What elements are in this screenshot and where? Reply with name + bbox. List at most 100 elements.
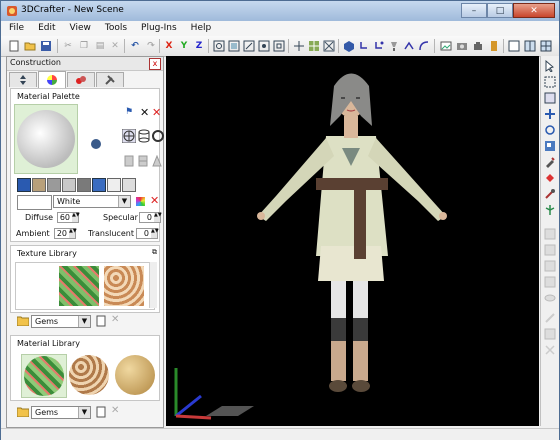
bone-icon[interactable]	[544, 204, 556, 216]
tab-scene[interactable]	[9, 72, 37, 87]
prism-map-icon[interactable]	[152, 154, 162, 170]
disabled-tool-4-icon[interactable]	[544, 276, 556, 288]
cut-icon[interactable]: ✂	[61, 39, 75, 53]
swatch-dark[interactable]	[77, 178, 91, 192]
delete-material-icon[interactable]: ✕	[152, 106, 161, 119]
undo-icon[interactable]: ↶	[128, 39, 142, 53]
view-quad-icon[interactable]	[539, 39, 553, 53]
open-folder-icon[interactable]	[23, 39, 37, 53]
paste-icon[interactable]: ▤	[93, 39, 107, 53]
texture-folder-select[interactable]: Gems ▼	[31, 315, 91, 328]
save-icon[interactable]	[39, 39, 53, 53]
swatch-gray[interactable]	[47, 178, 61, 192]
texture-list-scrollbar[interactable]	[149, 262, 157, 308]
maximize-button[interactable]: □	[487, 3, 513, 18]
rotate-tool-icon[interactable]	[402, 39, 416, 53]
material-folder-select[interactable]: Gems ▼	[31, 406, 91, 419]
zoom-selected-icon[interactable]	[257, 39, 271, 53]
lamp-icon[interactable]	[387, 39, 401, 53]
swatch-white[interactable]	[107, 178, 121, 192]
swatch-grid[interactable]	[122, 178, 136, 192]
y-axis-button[interactable]: Y	[177, 39, 191, 53]
disabled-tool-7-icon[interactable]	[544, 328, 556, 340]
copy-icon[interactable]: ❐	[77, 39, 91, 53]
material-list[interactable]	[15, 352, 157, 398]
select-region-icon[interactable]	[544, 92, 556, 104]
solid-cube-icon[interactable]	[342, 39, 356, 53]
view-split-icon[interactable]	[523, 39, 537, 53]
swatch-light[interactable]	[62, 178, 76, 192]
remove-material-icon[interactable]: ✕	[140, 106, 149, 119]
cylinder-map-icon[interactable]	[138, 129, 150, 146]
swatch-blue[interactable]	[17, 178, 31, 192]
disabled-tool-1-icon[interactable]	[544, 228, 556, 240]
color-preview[interactable]	[17, 195, 52, 210]
disabled-tool-2-icon[interactable]	[544, 244, 556, 256]
picture-icon[interactable]	[439, 39, 453, 53]
texture-list[interactable]	[15, 262, 155, 310]
swatch-glass[interactable]	[92, 178, 106, 192]
zoom-all-icon[interactable]	[227, 39, 241, 53]
new-file-icon[interactable]	[7, 39, 21, 53]
disabled-tool-6-icon[interactable]	[544, 312, 556, 324]
rotate-icon[interactable]	[544, 124, 556, 136]
panel-close-button[interactable]: x	[149, 58, 161, 70]
color-select[interactable]: White ▼	[53, 195, 131, 208]
box-map-icon[interactable]	[138, 155, 148, 170]
texture-new-icon[interactable]	[96, 315, 106, 330]
planar-map-icon[interactable]	[124, 155, 134, 170]
close-button[interactable]: ✕	[513, 3, 555, 18]
bookmark-icon[interactable]	[487, 39, 501, 53]
select-box-icon[interactable]	[544, 76, 556, 88]
menu-edit[interactable]: Edit	[30, 21, 61, 33]
fill-icon[interactable]	[544, 172, 556, 184]
redo-icon[interactable]: ↷	[144, 39, 158, 53]
scale-icon[interactable]	[544, 140, 556, 152]
translucent-input[interactable]: 0 ▲▼	[136, 228, 159, 239]
material-thumb-selected[interactable]	[21, 354, 67, 398]
color-picker-icon[interactable]	[136, 197, 145, 206]
delete-icon[interactable]: ✕	[108, 39, 122, 53]
3d-viewport[interactable]	[166, 56, 539, 426]
texture-delete-icon[interactable]: ✕	[111, 314, 119, 325]
material-thumb-orange[interactable]	[69, 355, 109, 395]
minimize-button[interactable]: –	[461, 3, 487, 18]
disabled-tool-8-icon[interactable]	[544, 344, 556, 356]
view-single-icon[interactable]	[507, 39, 521, 53]
specular-input[interactable]: 0 ▲▼	[139, 212, 162, 223]
disabled-tool-5-icon[interactable]	[544, 292, 556, 304]
swatch-wood[interactable]	[32, 178, 46, 192]
material-thumb-gold[interactable]	[115, 355, 155, 395]
pan-icon[interactable]	[292, 39, 306, 53]
texture-thumb-gem-green[interactable]	[59, 266, 99, 306]
frame-icon[interactable]	[272, 39, 286, 53]
move-icon[interactable]	[544, 108, 556, 120]
disabled-tool-3-icon[interactable]	[544, 260, 556, 272]
zoom-fit-icon[interactable]	[212, 39, 226, 53]
menu-file[interactable]: File	[1, 21, 30, 33]
material-dot-icon[interactable]	[91, 139, 101, 149]
select-arrow-icon[interactable]	[544, 59, 556, 73]
sphere-map-icon[interactable]	[121, 128, 137, 146]
texture-library-popout-icon[interactable]: ⧉	[152, 248, 157, 257]
tab-tools[interactable]	[96, 72, 124, 87]
torus-map-icon[interactable]	[152, 130, 164, 145]
bend-tool-icon[interactable]	[357, 39, 371, 53]
material-delete-icon[interactable]: ✕	[111, 405, 119, 416]
texture-grid-icon[interactable]	[307, 39, 321, 53]
material-preview[interactable]	[14, 104, 78, 174]
flag-icon[interactable]: ⚑	[125, 107, 135, 117]
curve-tool-icon[interactable]	[417, 39, 431, 53]
paint-icon[interactable]	[544, 156, 556, 168]
menu-view[interactable]: View	[62, 21, 97, 33]
axis-gizmo[interactable]	[166, 356, 256, 426]
wireframe-icon[interactable]	[322, 39, 336, 53]
color-delete-icon[interactable]: ✕	[150, 194, 159, 207]
x-axis-button[interactable]: X	[162, 39, 176, 53]
render-icon[interactable]	[455, 39, 469, 53]
material-new-icon[interactable]	[96, 406, 106, 421]
tab-materials[interactable]	[38, 71, 66, 88]
zoom-region-icon[interactable]	[242, 39, 256, 53]
eyedropper-icon[interactable]	[544, 188, 556, 200]
tab-objects[interactable]	[67, 72, 95, 87]
